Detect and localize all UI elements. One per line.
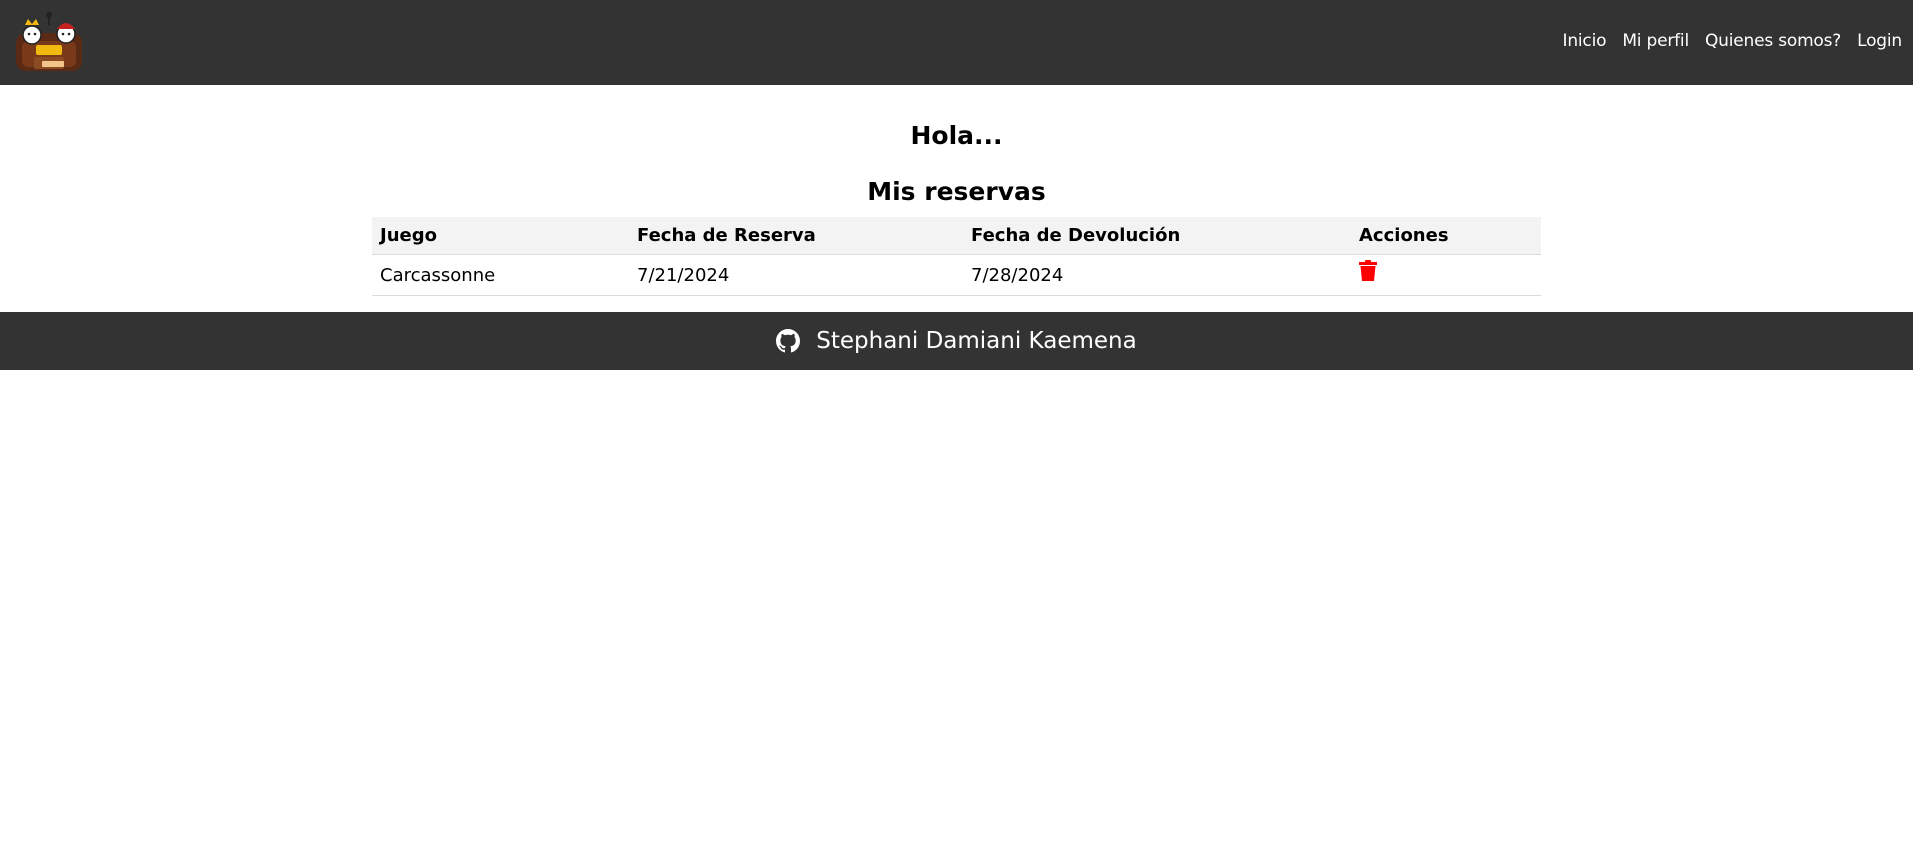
- author-name[interactable]: Stephani Damiani Kaemena: [816, 328, 1136, 354]
- greeting-heading: Hola...: [910, 121, 1003, 150]
- column-header-juego: Juego: [372, 217, 629, 255]
- github-link[interactable]: [776, 329, 801, 353]
- reservations-table: Juego Fecha de Reserva Fecha de Devoluci…: [372, 217, 1541, 296]
- column-header-fecha-reserva: Fecha de Reserva: [629, 217, 963, 255]
- nav-link-quienes-somos[interactable]: Quienes somos?: [1705, 31, 1841, 51]
- nav-link-mi-perfil[interactable]: Mi perfil: [1622, 31, 1689, 51]
- logo-link[interactable]: [12, 11, 86, 75]
- cell-acciones: [1351, 254, 1541, 296]
- page-footer: Stephani Damiani Kaemena: [0, 312, 1913, 370]
- cell-juego: Carcassonne: [372, 254, 629, 296]
- trash-icon: [1359, 260, 1377, 281]
- nav-link-inicio[interactable]: Inicio: [1563, 31, 1607, 51]
- table-header-row: Juego Fecha de Reserva Fecha de Devoluci…: [372, 217, 1541, 255]
- column-header-acciones: Acciones: [1351, 217, 1541, 255]
- cell-fecha-reserva: 7/21/2024: [629, 254, 963, 296]
- table-row: Carcassonne 7/21/2024 7/28/2024: [372, 254, 1541, 296]
- top-navbar: Inicio Mi perfil Quienes somos? Login: [0, 0, 1913, 85]
- column-header-fecha-devolucion: Fecha de Devolución: [963, 217, 1351, 255]
- board-game-logo-icon: [16, 11, 82, 71]
- nav-link-login[interactable]: Login: [1857, 31, 1902, 51]
- github-icon: [776, 329, 801, 353]
- nav-links: Inicio Mi perfil Quienes somos? Login: [1563, 31, 1903, 51]
- reservations-title: Mis reservas: [867, 177, 1046, 206]
- main-content: Hola... Mis reservas Juego Fecha de Rese…: [372, 85, 1541, 296]
- cell-fecha-devolucion: 7/28/2024: [963, 254, 1351, 296]
- delete-reservation-button[interactable]: [1359, 260, 1377, 286]
